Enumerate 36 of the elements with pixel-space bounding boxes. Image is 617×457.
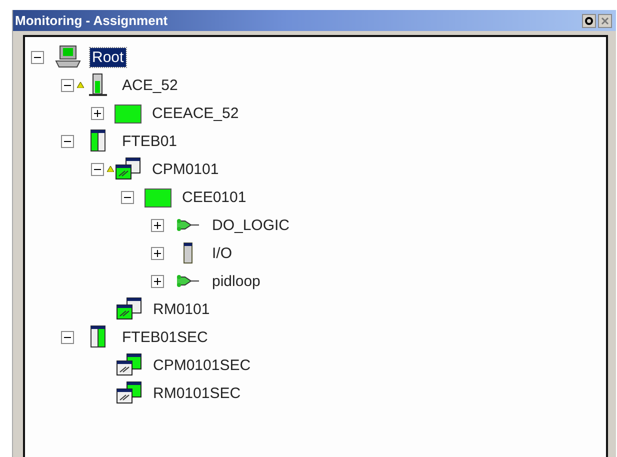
- tree-item[interactable]: pidloop: [210, 272, 262, 290]
- tree-item[interactable]: DO_LOGIC: [210, 216, 292, 234]
- collapse-button[interactable]: [61, 134, 74, 148]
- window-title: Monitoring - Assignment: [15, 13, 168, 28]
- tree-item[interactable]: CEEACE_52: [150, 104, 241, 122]
- expand-button[interactable]: [91, 106, 104, 120]
- tree-item[interactable]: FTEB01: [120, 132, 180, 150]
- pin-button[interactable]: [582, 14, 596, 28]
- processor-icon: [114, 157, 142, 181]
- collapse-button[interactable]: [61, 78, 74, 92]
- plus-icon: [93, 108, 102, 118]
- processor-icon: [115, 353, 143, 377]
- tree-item[interactable]: RM0101SEC: [151, 384, 243, 402]
- expand-button[interactable]: [151, 246, 164, 260]
- expand-button[interactable]: [151, 218, 164, 232]
- close-icon: [601, 16, 609, 24]
- plus-icon: [153, 220, 162, 230]
- collapse-button[interactable]: [91, 162, 104, 176]
- collapse-button[interactable]: [61, 330, 74, 344]
- expand-button[interactable]: [151, 274, 164, 288]
- collapse-button[interactable]: [31, 50, 44, 64]
- tree-item[interactable]: CPM0101SEC: [151, 356, 253, 374]
- tree-item[interactable]: RM0101: [151, 300, 212, 318]
- tree-item[interactable]: ACE_52: [120, 76, 180, 94]
- computer-icon: [54, 45, 82, 69]
- tree-item[interactable]: FTEB01SEC: [120, 328, 210, 346]
- tree-item[interactable]: CPM0101: [150, 160, 221, 178]
- processor-icon: [115, 381, 143, 405]
- processor-icon: [115, 297, 143, 321]
- tree-item[interactable]: I/O: [210, 244, 234, 262]
- collapse-button[interactable]: [121, 190, 134, 204]
- tree-item[interactable]: Root: [90, 48, 126, 66]
- plus-icon: [153, 248, 162, 258]
- tree-item[interactable]: CEE0101: [180, 188, 248, 206]
- pin-icon: [585, 16, 593, 24]
- plus-icon: [153, 276, 162, 286]
